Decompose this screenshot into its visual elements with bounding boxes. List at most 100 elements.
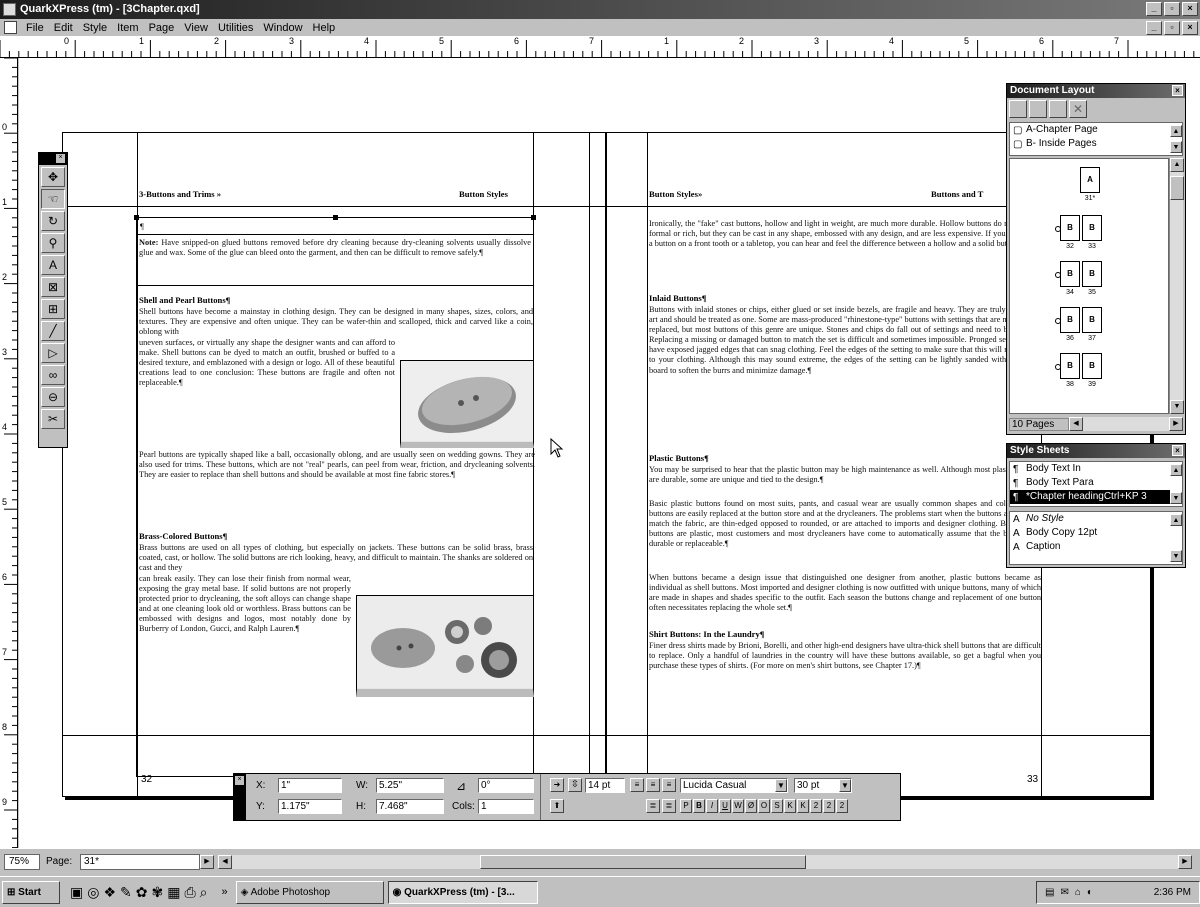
small-caps-style-button[interactable]: K bbox=[797, 799, 809, 813]
doc-minimize-button[interactable]: _ bbox=[1146, 21, 1162, 35]
line-tool-icon[interactable]: ╱ bbox=[41, 321, 65, 341]
doc-close-button[interactable]: × bbox=[1182, 21, 1198, 35]
page-thumbnail-36[interactable]: B bbox=[1055, 307, 1080, 333]
align-right-icon[interactable]: ≡ bbox=[662, 778, 676, 792]
blank-page-icon[interactable] bbox=[1009, 100, 1027, 118]
width-field[interactable]: 5.25" bbox=[376, 778, 444, 793]
palette-close-icon[interactable]: × bbox=[1172, 85, 1183, 96]
y-field[interactable]: 1.175" bbox=[278, 799, 342, 814]
angle-field[interactable]: 0° bbox=[478, 778, 534, 793]
scroll-thumb[interactable] bbox=[480, 855, 806, 869]
palette-close-icon[interactable]: × bbox=[1172, 445, 1183, 456]
volume-icon[interactable]: ◐ bbox=[1087, 887, 1093, 898]
restore-button[interactable]: ▫ bbox=[1164, 2, 1180, 16]
page-thumbnail-31[interactable]: A bbox=[1080, 167, 1100, 193]
menu-style[interactable]: Style bbox=[78, 22, 112, 34]
show-desktop-icon[interactable]: ▣ bbox=[70, 884, 83, 901]
subscript-style-button[interactable]: 2 bbox=[823, 799, 835, 813]
scroll-up-icon[interactable]: ▲ bbox=[1170, 514, 1182, 526]
page-field[interactable]: 31* bbox=[80, 854, 200, 870]
browser-icon[interactable]: ◎ bbox=[87, 884, 99, 901]
character-style-item[interactable]: A No Style bbox=[1010, 512, 1182, 526]
superior-style-button[interactable]: 2 bbox=[836, 799, 848, 813]
horizontal-ruler[interactable]: 0 1 2 3 4 5 6 7 1 2 3 4 5 6 7 bbox=[0, 36, 1200, 58]
page-thumbnail-33[interactable]: B bbox=[1082, 215, 1102, 241]
quark-app-icon[interactable] bbox=[3, 3, 16, 16]
app-icon[interactable]: ✿ bbox=[136, 884, 148, 901]
x-field[interactable]: 1" bbox=[278, 778, 342, 793]
scroll-thumb[interactable] bbox=[1170, 176, 1184, 200]
facing-page-icon[interactable] bbox=[1029, 100, 1047, 118]
page-thumbnails-area[interactable]: A 31* B B 32 33 B B 34 35 B B 36 37 B B … bbox=[1009, 158, 1169, 414]
align-center-icon[interactable]: ≡ bbox=[646, 778, 660, 792]
explorer-icon[interactable]: ❖ bbox=[103, 884, 116, 901]
font-select[interactable]: Lucida Casual bbox=[680, 778, 788, 793]
scroll-down-icon[interactable]: ▼ bbox=[1170, 141, 1182, 153]
item-tool-icon[interactable]: ✥ bbox=[41, 167, 65, 187]
all-caps-style-button[interactable]: K bbox=[784, 799, 796, 813]
menu-edit[interactable]: Edit bbox=[49, 22, 78, 34]
menu-page[interactable]: Page bbox=[144, 22, 180, 34]
underline-style-button[interactable]: U bbox=[719, 799, 731, 813]
italic-style-button[interactable]: I bbox=[706, 799, 718, 813]
tracking-up-icon[interactable]: ⬆ bbox=[550, 799, 564, 813]
tray-icon[interactable]: ▤ bbox=[1045, 887, 1054, 898]
brass-buttons-photo[interactable] bbox=[356, 595, 534, 697]
align-left-icon[interactable]: ≡ bbox=[630, 778, 644, 792]
page-thumbnail-34[interactable]: B bbox=[1055, 261, 1080, 287]
master-page-b[interactable]: ▢ B- Inside Pages bbox=[1010, 137, 1182, 151]
page-thumbnail-35[interactable]: B bbox=[1082, 261, 1102, 287]
tracking-right-icon[interactable]: ➜ bbox=[550, 778, 564, 792]
app-icon[interactable]: ✾ bbox=[151, 884, 163, 901]
font-size-dropdown-icon[interactable]: ▼ bbox=[839, 779, 851, 792]
paragraph-style-item-selected[interactable]: ¶ *Chapter headingCtrl+KP 3 bbox=[1010, 490, 1170, 504]
master-page-a[interactable]: ▢ A-Chapter Page bbox=[1010, 123, 1182, 137]
page-thumbnail-37[interactable]: B bbox=[1082, 307, 1102, 333]
page-thumbnail-32[interactable]: B bbox=[1055, 215, 1080, 241]
columns-field[interactable]: 1 bbox=[478, 799, 534, 814]
app-icon[interactable]: ⌕ bbox=[200, 884, 208, 901]
app-icon[interactable]: ⎙ bbox=[184, 884, 195, 901]
page-thumbnail-38[interactable]: B bbox=[1055, 353, 1080, 379]
horizontal-scrollbar[interactable]: ◀ ▶ bbox=[218, 855, 1192, 869]
page-thumbnail-39[interactable]: B bbox=[1082, 353, 1102, 379]
outline-style-button[interactable]: O bbox=[758, 799, 770, 813]
measurements-titlebar[interactable]: × bbox=[234, 774, 246, 820]
scroll-down-icon[interactable]: ▼ bbox=[1170, 492, 1182, 504]
doc-restore-button[interactable]: ▫ bbox=[1164, 21, 1180, 35]
menu-view[interactable]: View bbox=[179, 22, 213, 34]
scroll-up-icon[interactable]: ▲ bbox=[1170, 464, 1182, 476]
minimize-button[interactable]: _ bbox=[1146, 2, 1162, 16]
scroll-left-icon[interactable]: ◀ bbox=[218, 855, 232, 869]
thumbnails-vertical-scrollbar[interactable]: ▲ ▼ bbox=[1169, 158, 1184, 414]
menu-help[interactable]: Help bbox=[308, 22, 341, 34]
scroll-left-icon[interactable]: ◀ bbox=[1069, 417, 1083, 431]
paragraph-style-item[interactable]: ¶ Body Text In bbox=[1010, 462, 1182, 476]
taskbar-quarkxpress[interactable]: ◉ QuarkXPress (tm) - [3... bbox=[387, 880, 538, 904]
document-icon[interactable] bbox=[4, 21, 17, 34]
plain-style-button[interactable]: P bbox=[680, 799, 692, 813]
text-path-tool-icon[interactable]: ▷ bbox=[41, 343, 65, 363]
measurements-close-icon[interactable]: × bbox=[235, 776, 244, 785]
leading-field[interactable]: 14 pt bbox=[585, 778, 625, 793]
delete-page-icon[interactable]: ✕ bbox=[1069, 100, 1087, 118]
unlinking-tool-icon[interactable]: ⊖ bbox=[41, 387, 65, 407]
scroll-up-icon[interactable]: ▲ bbox=[1170, 158, 1184, 172]
leading-arrows-icon[interactable]: ⇳ bbox=[568, 778, 582, 792]
height-field[interactable]: 7.468" bbox=[376, 799, 444, 814]
zoom-field[interactable]: 75% bbox=[4, 854, 40, 870]
photoshop-icon[interactable]: ✎ bbox=[120, 884, 132, 901]
start-button[interactable]: ⊞ Start bbox=[2, 880, 60, 904]
scroll-right-icon[interactable]: ▶ bbox=[1169, 417, 1183, 431]
document-layout-titlebar[interactable]: Document Layout × bbox=[1007, 84, 1185, 98]
table-tool-icon[interactable]: ⊞ bbox=[41, 299, 65, 319]
superscript-style-button[interactable]: 2 bbox=[810, 799, 822, 813]
menu-window[interactable]: Window bbox=[258, 22, 307, 34]
rotation-tool-icon[interactable]: ↻ bbox=[41, 211, 65, 231]
duplicate-page-icon[interactable] bbox=[1049, 100, 1067, 118]
thumbnails-horizontal-scrollbar[interactable]: ◀ ▶ bbox=[1069, 417, 1183, 431]
align-force-icon[interactable]: ≣ bbox=[662, 799, 676, 813]
character-style-item[interactable]: A Body Copy 12pt bbox=[1010, 526, 1182, 540]
menu-utilities[interactable]: Utilities bbox=[213, 22, 258, 34]
scroll-up-icon[interactable]: ▲ bbox=[1170, 125, 1182, 137]
